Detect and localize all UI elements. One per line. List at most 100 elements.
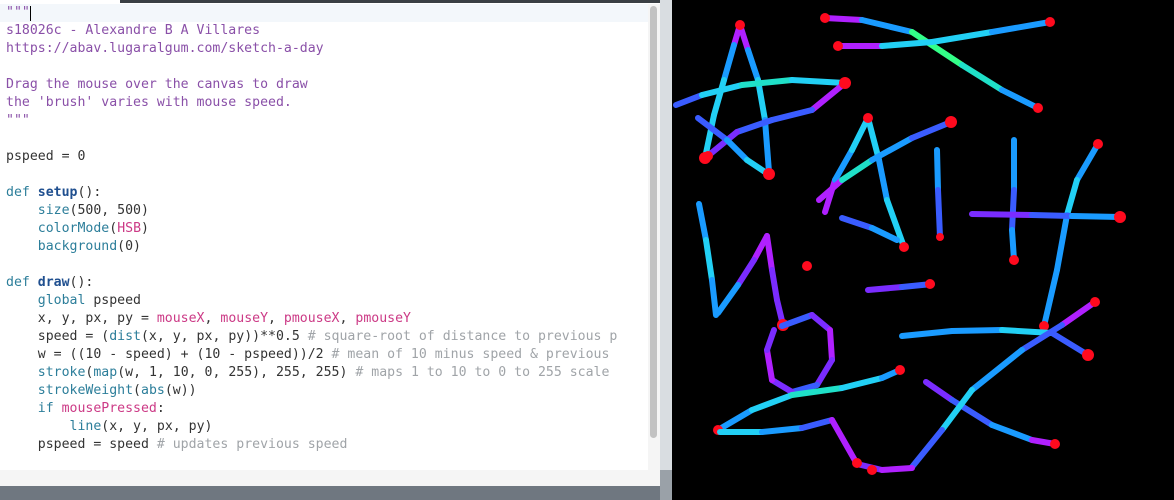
code-token: the 'brush' varies with mouse speed. [6,95,292,110]
code-token: if [37,401,62,416]
code-token: """ [6,5,30,20]
brush-dot [1045,17,1055,27]
brush-stroke-segment [769,267,780,303]
brush-dot [895,365,905,375]
code-line[interactable]: x, y, px, py = mouseX, mouseY, pmouseX, … [6,310,617,328]
brush-stroke-segment [827,327,835,363]
code-line[interactable]: colorMode(HSB) [6,220,617,238]
brush-stroke-segment [1049,330,1091,358]
code-line[interactable]: """ [6,4,617,22]
code-line[interactable] [6,166,617,184]
brush-stroke-segment [764,233,775,273]
brush-stroke-segment [859,17,915,35]
code-line[interactable]: w = ((10 - speed) + (10 - pspeed))/2 # m… [6,346,617,364]
brush-stroke-segment [969,211,1035,218]
code-token: x, y, px, py = [6,311,157,326]
code-token: speed = ( [6,329,110,344]
brush-stroke-segment [745,47,761,83]
code-line[interactable]: s18026c - Alexandre B A Villares [6,22,617,40]
brush-stroke-segment [849,115,871,153]
code-line[interactable]: pspeed = speed # updates previous speed [6,436,617,454]
code-token: , [268,311,284,326]
code-token: mouseX [156,311,205,326]
code-token: (w)) [164,383,197,398]
code-line[interactable]: size(500, 500) [6,202,617,220]
code-line[interactable]: speed = (dist(x, y, px, py))**0.5 # squa… [6,328,618,346]
code-token: setup [37,185,78,200]
brush-stroke-segment [869,225,900,243]
code-token: w = ((10 - speed) + (10 - pspeed))/2 [6,347,332,362]
code-line[interactable]: line(x, y, px, py) [6,418,617,436]
code-line[interactable]: background(0) [6,238,617,256]
code-token: abs [141,383,165,398]
brush-stroke-segment [923,379,955,403]
code-line[interactable]: strokeWeight(abs(w)) [6,382,617,400]
editor-top-border [0,0,660,3]
brush-dot [945,116,957,128]
code-token: draw [37,275,70,290]
brush-stroke-segment [879,39,935,49]
sketch-canvas[interactable] [672,0,1174,500]
code-line[interactable]: """ [6,112,617,130]
code-token: background [37,239,118,254]
code-line[interactable]: def draw(): [6,274,617,292]
code-token: mousePressed [61,401,157,416]
brush-stroke-segment [909,119,954,141]
code-line[interactable]: global pspeed [6,292,617,310]
code-line[interactable]: if mousePressed: [6,400,617,418]
brush-stroke-segment [929,29,995,45]
code-token: (): [69,275,94,290]
brush-stroke-segment [724,137,750,163]
brush-dot [936,233,944,241]
brush-stroke-segment [749,392,795,413]
code-text[interactable]: """ s18026c - Alexandre B A Villares https… [6,4,617,454]
code-token: colorMode [37,221,110,236]
code-token: (w, 1, 10, 0, 255), 255, 255) [117,365,356,380]
code-line[interactable] [6,130,617,148]
brush-stroke-segment [799,417,835,431]
code-token: , [339,311,356,326]
brush-stroke-segment [1069,213,1123,220]
brush-dot [763,168,775,180]
pane-divider[interactable] [660,0,672,500]
brush-stroke-segment [1059,299,1098,328]
code-line[interactable] [6,256,617,274]
vertical-scrollbar-thumb[interactable] [650,6,657,438]
brush-dot [1090,297,1100,307]
code-token: ) [141,221,149,236]
code-token: https://abav.lugaralgum.com/sketch-a-day [6,41,324,56]
brush-dot [1050,439,1060,449]
code-line[interactable]: def setup(): [6,184,617,202]
sketch-drawing[interactable] [672,0,1174,500]
brush-stroke-segment [839,215,875,231]
code-line[interactable]: stroke(map(w, 1, 10, 0, 255), 255, 255) … [6,364,617,382]
brush-stroke-segment [829,417,860,467]
code-token: # mean of 10 minus speed & previous [331,347,610,362]
code-token: line [69,419,102,434]
brush-dot [1114,211,1126,223]
code-line[interactable]: pspeed = 0 [6,148,617,166]
code-editor[interactable]: """ s18026c - Alexandre B A Villares https… [0,0,660,486]
code-line[interactable] [6,58,617,76]
brush-dot [1033,103,1043,113]
horizontal-scroll-area[interactable] [0,470,648,486]
brush-stroke-segment [989,19,1053,35]
code-token: ( [109,221,118,236]
brush-stroke-segment [769,107,815,123]
code-token: map [93,365,118,380]
code-token: (): [77,185,102,200]
code-token: (500, 500) [69,203,149,218]
code-line[interactable]: https://abav.lugaralgum.com/sketch-a-day [6,40,617,58]
brush-stroke-segment [1029,212,1075,219]
brush-stroke-segment [879,465,915,473]
code-line[interactable]: Drag the mouse over the canvas to draw [6,76,617,94]
editor-bottom-strip [0,486,672,500]
code-token: HSB [117,221,142,236]
code-line[interactable]: the 'brush' varies with mouse speed. [6,94,617,112]
brush-stroke-segment [959,62,1005,93]
brush-stroke-segment [696,201,709,243]
code-token: mouseY [220,311,269,326]
